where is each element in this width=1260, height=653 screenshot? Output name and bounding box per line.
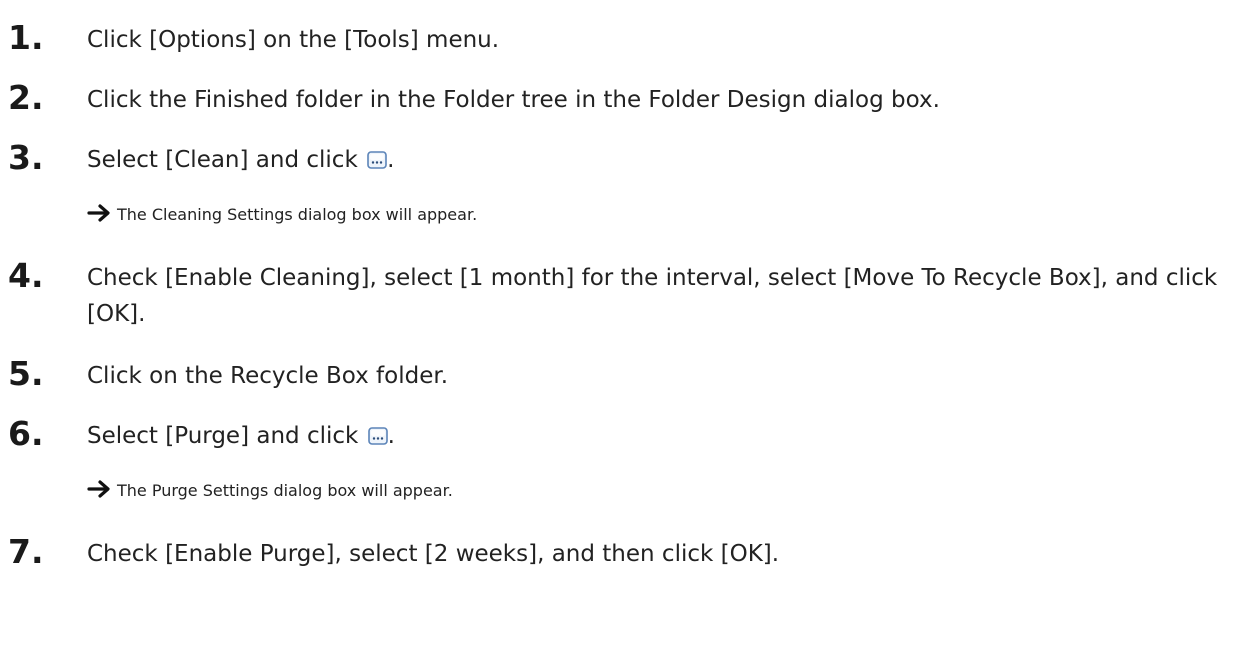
step-text: Select [Purge] and click . <box>87 418 1257 454</box>
step-text: Click the Finished folder in the Folder … <box>87 82 1257 118</box>
step-text: Click [Options] on the [Tools] menu. <box>87 22 1257 58</box>
step-6: 6. Select [Purge] and click . <box>0 414 1260 458</box>
step-text-main: Select [Clean] and click <box>87 147 366 173</box>
step-4: 4. Check [Enable Cleaning], select [1 mo… <box>0 256 1260 336</box>
right-arrow-icon <box>87 204 110 222</box>
step-2: 2. Click the Finished folder in the Fold… <box>0 78 1260 122</box>
step-3: 3. Select [Clean] and click . <box>0 138 1260 182</box>
ellipsis-button-icon <box>367 151 387 169</box>
step-text-main: Select [Purge] and click <box>87 423 366 449</box>
step-number: 6. <box>8 414 44 453</box>
step-text: Check [Enable Cleaning], select [1 month… <box>87 260 1257 332</box>
step-3-result: The Cleaning Settings dialog box will ap… <box>87 203 477 227</box>
step-text-tail: . <box>387 147 395 173</box>
step-number: 7. <box>8 532 44 571</box>
step-1: 1. Click [Options] on the [Tools] menu. <box>0 18 1260 62</box>
ellipsis-button-icon <box>367 427 388 445</box>
step-text-main: Check [Enable Cleaning], select [1 month… <box>87 265 1218 327</box>
step-text-main: Check [Enable Purge], select [2 weeks], … <box>87 541 780 567</box>
step-text: Check [Enable Purge], select [2 weeks], … <box>87 536 1257 572</box>
procedure-page: 1. Click [Options] on the [Tools] menu. … <box>0 0 1260 653</box>
step-number: 1. <box>8 18 44 57</box>
step-text-tail: . <box>387 423 395 449</box>
step-number: 2. <box>8 78 44 117</box>
step-text-main: Click on the Recycle Box folder. <box>87 363 449 389</box>
step-text: Click on the Recycle Box folder. <box>87 358 1257 394</box>
result-text: The Purge Settings dialog box will appea… <box>117 481 453 500</box>
result-text: The Cleaning Settings dialog box will ap… <box>117 205 478 224</box>
right-arrow-icon <box>87 480 110 498</box>
step-number: 5. <box>8 354 44 393</box>
step-number: 3. <box>8 138 44 177</box>
step-text: Select [Clean] and click . <box>87 142 1257 178</box>
step-text-main: Click [Options] on the [Tools] menu. <box>87 27 500 53</box>
step-6-result: The Purge Settings dialog box will appea… <box>87 479 453 503</box>
step-text-main: Click the Finished folder in the Folder … <box>87 87 940 113</box>
step-5: 5. Click on the Recycle Box folder. <box>0 354 1260 398</box>
step-number: 4. <box>8 256 44 295</box>
step-7: 7. Check [Enable Purge], select [2 weeks… <box>0 532 1260 576</box>
